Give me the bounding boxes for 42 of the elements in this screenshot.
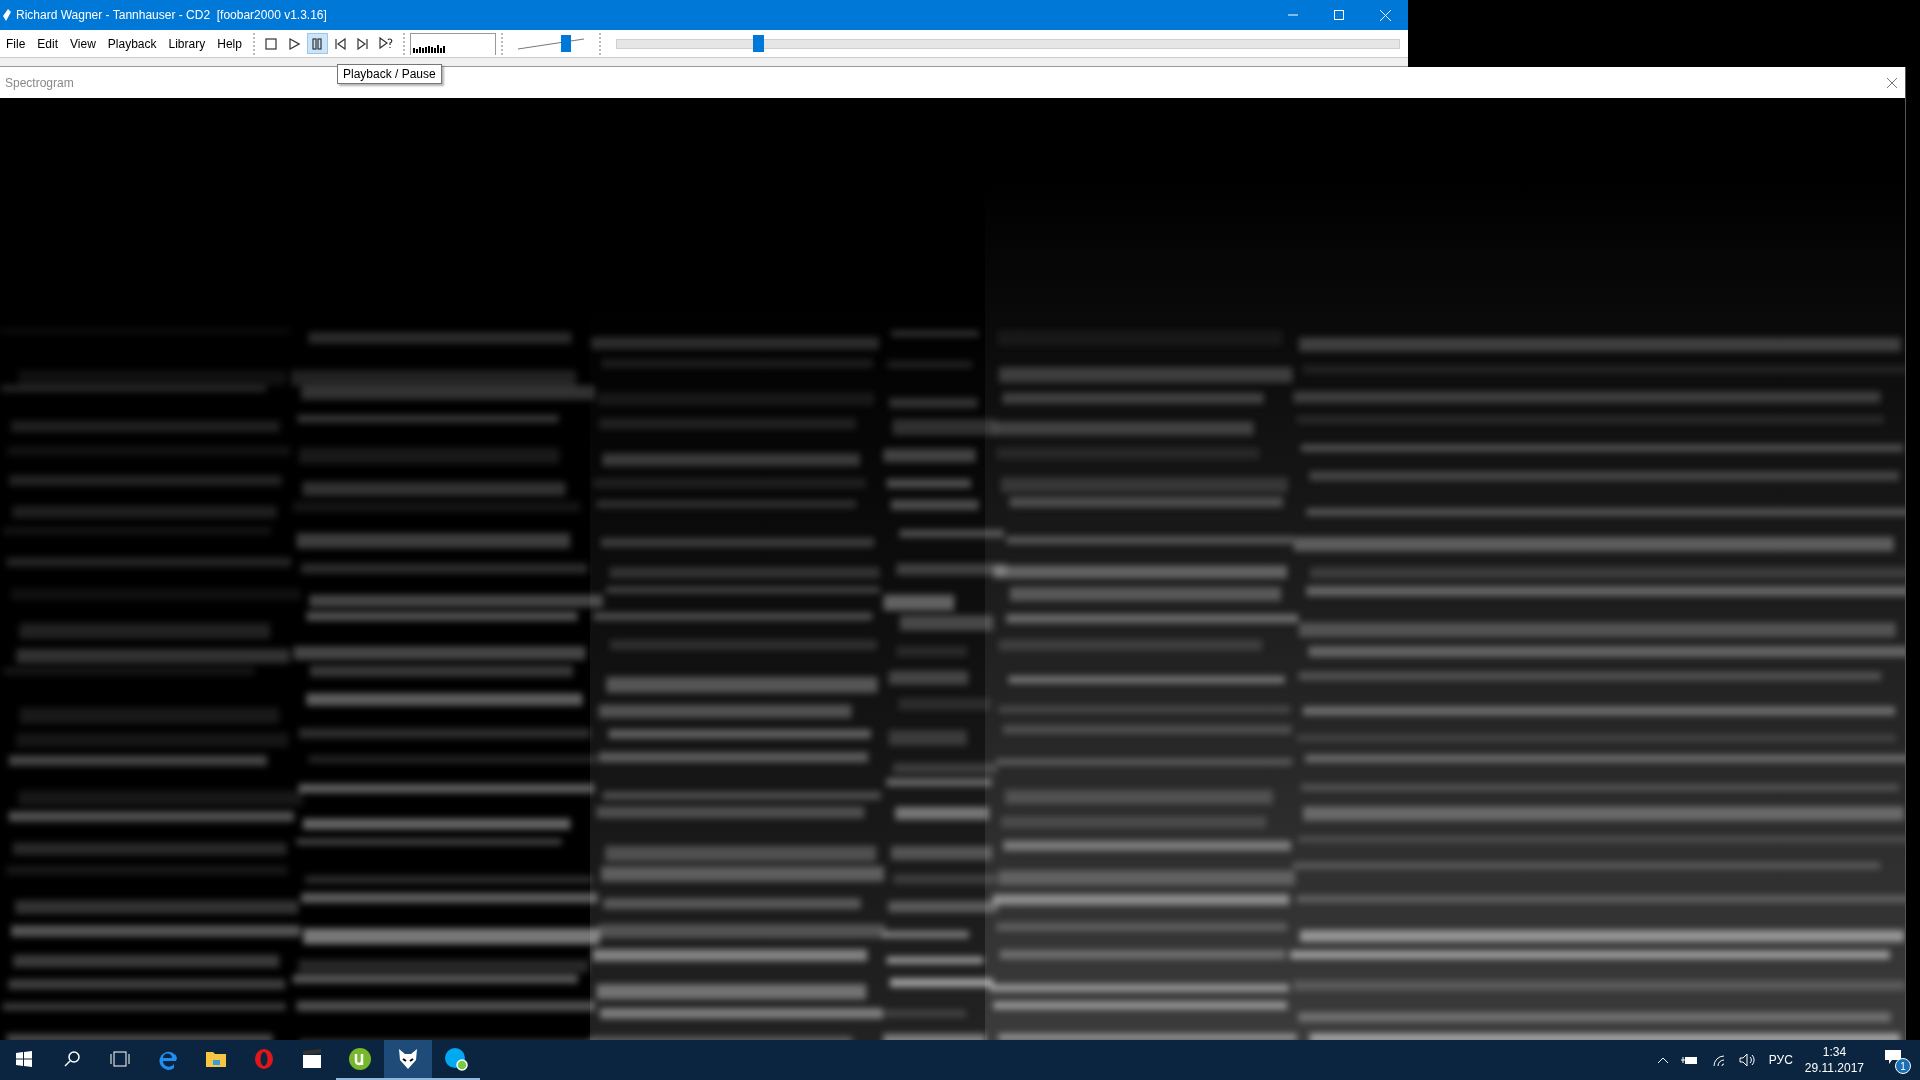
windows-icon <box>16 1051 32 1067</box>
chevron-up-icon[interactable] <box>1656 1056 1669 1064</box>
stop-icon <box>265 37 278 50</box>
taskbar-app[interactable] <box>384 1040 432 1080</box>
battery-icon[interactable] <box>1680 1054 1699 1066</box>
menu-item[interactable]: Help <box>211 36 248 51</box>
next-icon <box>357 37 370 50</box>
clapperboard-icon <box>301 1048 323 1070</box>
menu-item[interactable]: View <box>64 36 102 51</box>
pause-icon <box>311 37 324 50</box>
folder-icon <box>205 1050 227 1068</box>
clock-time[interactable]: 1:34 <box>1822 1045 1847 1059</box>
toolbar-button[interactable] <box>306 33 328 55</box>
seek-thumb[interactable] <box>752 34 764 52</box>
tooltip: Playback / Pause <box>337 64 442 84</box>
speaker-icon[interactable] <box>1738 1053 1757 1067</box>
close-icon <box>1379 9 1391 21</box>
search-icon <box>64 1051 80 1067</box>
window-title: Richard Wagner - Tannhauser - CD2 [foobar2000 v1.3.16] <box>15 8 328 22</box>
app-logo-icon <box>2 8 12 22</box>
previous-icon <box>334 37 347 50</box>
notification-button[interactable]: 1 <box>1882 1045 1912 1075</box>
menu-item[interactable]: Playback <box>101 36 163 51</box>
cat-face-icon <box>397 1048 419 1070</box>
panel-title: Spectrogram <box>5 75 74 90</box>
mu-logo-icon <box>348 1047 372 1071</box>
message-icon <box>1884 1049 1902 1065</box>
clock-date[interactable]: 29.11.2017 <box>1804 1061 1864 1075</box>
menu-item[interactable]: Library <box>162 36 212 51</box>
close-icon[interactable] <box>1887 77 1897 88</box>
play-icon <box>288 37 301 50</box>
menu-item[interactable]: File <box>0 36 32 51</box>
notification-count: 1 <box>1895 1058 1911 1074</box>
wifi-icon[interactable] <box>1710 1053 1727 1067</box>
language-indicator[interactable]: РУС <box>1768 1053 1793 1067</box>
o-logo-icon <box>254 1048 274 1070</box>
menu-item[interactable]: Edit <box>31 36 65 51</box>
maximize-icon <box>1334 10 1344 20</box>
task-view-icon <box>110 1051 130 1067</box>
random-icon <box>379 37 394 51</box>
volume-slider[interactable] <box>515 33 586 54</box>
volume-thumb[interactable] <box>561 34 572 52</box>
